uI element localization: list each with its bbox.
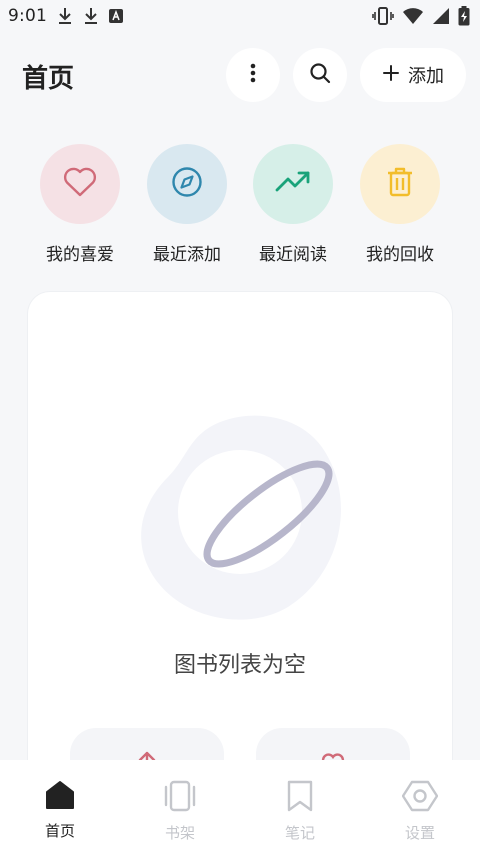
settings-icon bbox=[401, 780, 439, 816]
quick-actions: 我的喜爱 最近添加 最近阅读 我的回收 bbox=[0, 144, 480, 265]
more-button[interactable] bbox=[226, 48, 280, 102]
quick-action-label: 我的喜爱 bbox=[46, 245, 114, 265]
search-button[interactable] bbox=[293, 48, 347, 102]
status-right bbox=[372, 6, 470, 26]
home-icon bbox=[45, 780, 75, 814]
nav-label: 书架 bbox=[164, 824, 195, 842]
plus-icon bbox=[382, 64, 400, 86]
nav-item-home[interactable]: 首页 bbox=[0, 780, 120, 841]
trash-icon bbox=[386, 166, 414, 202]
page-title: 首页 bbox=[22, 64, 75, 94]
heart-icon bbox=[63, 167, 97, 201]
bottom-nav: 首页 书架 笔记 设置 bbox=[0, 760, 480, 853]
font-icon bbox=[108, 9, 123, 23]
book-list-card: 图书列表为空 bbox=[28, 292, 452, 812]
quick-action-label: 我的回收 bbox=[366, 245, 434, 265]
status-time: 9:01 bbox=[8, 6, 47, 26]
nav-label: 笔记 bbox=[284, 824, 315, 842]
nav-label: 首页 bbox=[44, 822, 75, 840]
signal-icon bbox=[432, 7, 450, 25]
quick-action-recycle[interactable]: 我的回收 bbox=[350, 144, 450, 265]
quick-action-recent-read-circle bbox=[253, 144, 333, 224]
download-icon bbox=[57, 7, 73, 25]
bookshelf-icon bbox=[163, 780, 197, 816]
quick-action-recent-added[interactable]: 最近添加 bbox=[137, 144, 237, 265]
battery-charging-icon bbox=[458, 6, 470, 26]
nav-item-settings[interactable]: 设置 bbox=[360, 780, 480, 843]
nav-item-notes[interactable]: 笔记 bbox=[240, 780, 360, 843]
quick-action-recent-added-circle bbox=[147, 144, 227, 224]
wifi-icon bbox=[402, 7, 424, 25]
status-bar: 9:01 bbox=[0, 0, 480, 32]
add-button[interactable]: 添加 bbox=[360, 48, 466, 102]
quick-action-favorites[interactable]: 我的喜爱 bbox=[30, 144, 130, 265]
quick-action-recycle-circle bbox=[360, 144, 440, 224]
compass-icon bbox=[171, 166, 203, 202]
empty-state-text: 图书列表为空 bbox=[173, 653, 306, 678]
quick-action-label: 最近添加 bbox=[153, 245, 221, 265]
quick-action-label: 最近阅读 bbox=[259, 245, 327, 265]
header: 首页 添加 bbox=[0, 48, 480, 102]
empty-planet-illustration bbox=[128, 402, 358, 622]
nav-label: 设置 bbox=[404, 824, 435, 842]
more-vertical-icon bbox=[250, 63, 256, 87]
download-icon bbox=[83, 7, 99, 25]
bookmark-icon bbox=[286, 780, 314, 816]
quick-action-recent-read[interactable]: 最近阅读 bbox=[243, 144, 343, 265]
vibrate-icon bbox=[372, 7, 394, 25]
add-button-label: 添加 bbox=[408, 66, 444, 87]
search-icon bbox=[309, 62, 331, 88]
status-left: 9:01 bbox=[8, 6, 123, 26]
trending-up-icon bbox=[275, 170, 311, 198]
quick-action-favorites-circle bbox=[40, 144, 120, 224]
nav-item-bookshelf[interactable]: 书架 bbox=[120, 780, 240, 843]
